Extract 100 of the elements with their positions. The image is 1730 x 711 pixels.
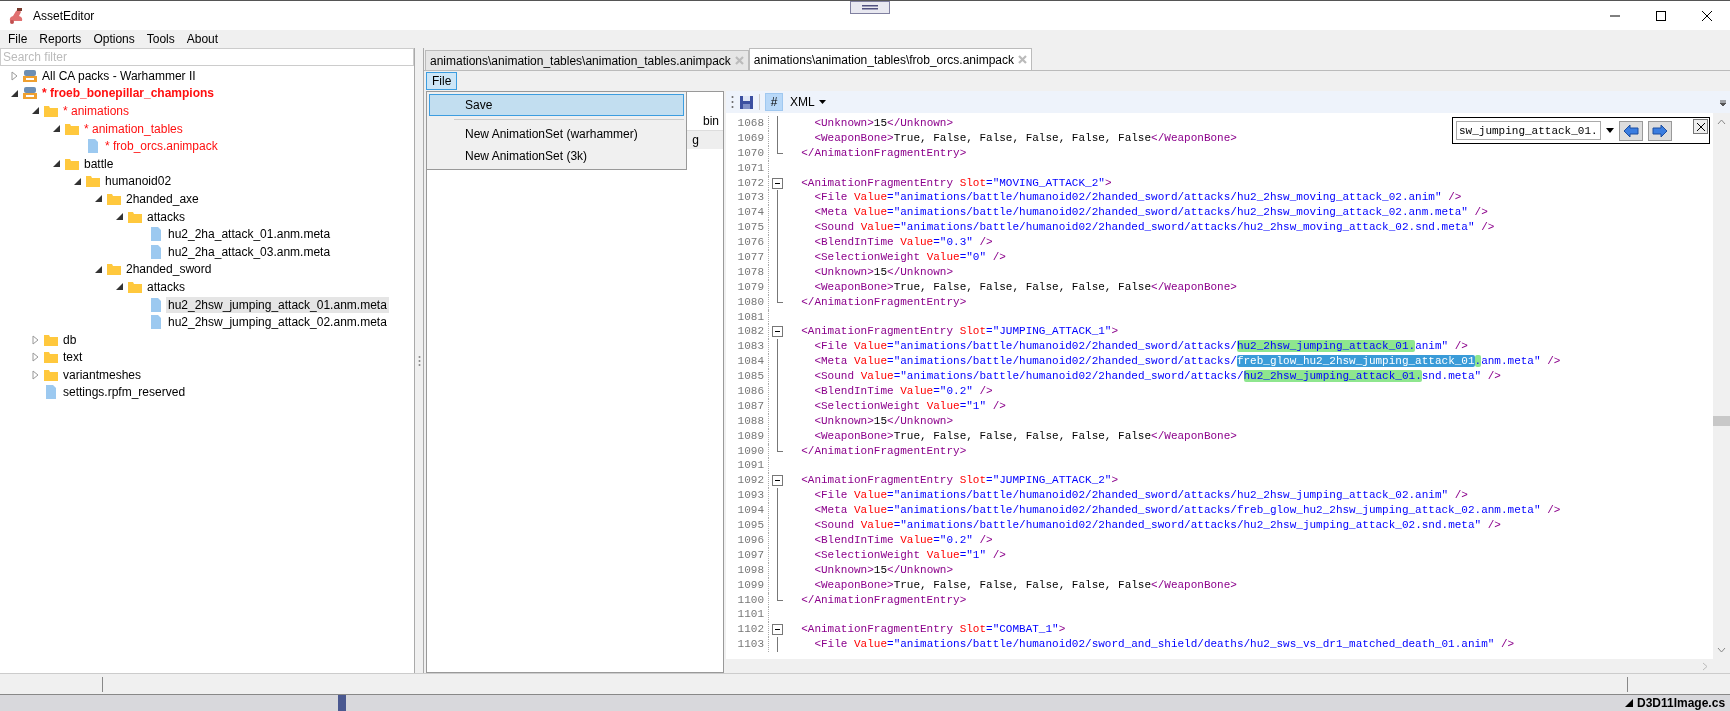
line-number: 1068 [726, 116, 769, 131]
line-number: 1081 [726, 309, 769, 325]
tree-item[interactable]: * frob_orcs.animpack [103, 138, 220, 155]
tree-item[interactable]: settings.rpfm_reserved [61, 384, 188, 401]
code-line: <SelectionWeight Value="0" /> [813, 250, 1006, 265]
line-number: 1084 [726, 354, 769, 370]
snap-bar-icon[interactable] [850, 1, 890, 14]
taskbar-item[interactable]: D3D11Image.cs [1637, 696, 1726, 710]
tree-item[interactable]: battle [82, 155, 116, 172]
maximize-icon[interactable] [1655, 9, 1667, 22]
overflow-icon[interactable] [1719, 99, 1727, 107]
tree-item[interactable]: * froeb_bonepillar_champions [40, 85, 217, 102]
code-line: <Sound Value="animations/battle/humanoid02/2handed_sword/attacks/hu2_2hsw_jumping_attack_02.snd.meta" /> [813, 518, 1501, 533]
folder-icon [64, 121, 80, 136]
horizontal-scrollbar[interactable] [726, 659, 1730, 673]
line-number: 1070 [726, 145, 769, 161]
tree-item[interactable]: hu2_2ha_attack_01.anm.meta [166, 226, 333, 243]
menu-item[interactable]: Tools [140, 32, 181, 46]
document-tab[interactable]: animations\animation_tables\animation_tables.animpack [425, 50, 749, 70]
find-field[interactable]: sw_jumping_attack_01. [1456, 121, 1601, 140]
expanded-arrow-icon[interactable] [93, 264, 103, 274]
tree-item[interactable]: attacks [145, 278, 187, 295]
collapse-icon[interactable] [771, 475, 783, 487]
tree-item[interactable]: humanoid02 [103, 173, 174, 190]
hash-toggle[interactable]: # [765, 93, 783, 111]
menu-item[interactable]: New AnimationSet (3k) [429, 145, 684, 167]
line-number: 1091 [726, 458, 769, 474]
scroll-thumb[interactable] [1713, 416, 1730, 426]
code-line: <AnimationFragmentEntry Slot="MOVING_ATTACK_2"> [800, 175, 1112, 191]
tree-item[interactable]: All CA packs - Warhammer II [40, 67, 198, 84]
code-line: <WeaponBone>True, False, False, False, False, False</WeaponBone> [813, 577, 1237, 593]
splitter-grip-icon[interactable] [417, 354, 421, 367]
tree-item[interactable]: hu2_2hsw_jumping_attack_01.anm.meta [166, 296, 389, 313]
folder-icon [43, 350, 59, 365]
tree-item[interactable]: variantmeshes [61, 366, 144, 383]
tree-item[interactable]: hu2_2ha_attack_03.anm.meta [166, 243, 333, 260]
folder-icon [106, 191, 122, 206]
collapsed-arrow-icon[interactable] [30, 369, 40, 380]
menu-item[interactable]: New AnimationSet (warhammer) [429, 123, 684, 145]
file-icon [148, 244, 164, 259]
expanded-arrow-icon[interactable] [93, 194, 103, 204]
expanded-arrow-icon[interactable] [114, 212, 124, 222]
expanded-arrow-icon[interactable] [9, 88, 19, 98]
line-number: 1082 [726, 324, 769, 340]
code-line: </AnimationFragmentEntry> [800, 443, 967, 459]
menu-item[interactable]: Save [429, 94, 684, 116]
collapsed-arrow-icon[interactable] [30, 334, 40, 345]
code-line: <File Value="animations/battle/humanoid02/2handed_sword/attacks/hu2_2hsw_jumping_attack_01.anim" /> [813, 339, 1468, 355]
line-number: 1100 [726, 592, 769, 608]
code-line: <AnimationFragmentEntry Slot="JUMPING_ATTACK_2"> [800, 473, 1119, 489]
expanded-arrow-icon[interactable] [114, 282, 124, 292]
code-line: <Meta Value="animations/battle/humanoid02/2handed_sword/attacks/freb_glow_hu2_2hsw_jumping_attack_02.anm.meta" /> [813, 503, 1561, 519]
collapsed-arrow-icon[interactable] [9, 70, 19, 81]
save-icon[interactable] [739, 94, 754, 110]
expanded-arrow-icon[interactable] [51, 124, 61, 134]
caret-icon[interactable] [1606, 128, 1614, 133]
line-number: 1086 [726, 384, 769, 399]
tree-item[interactable]: attacks [145, 208, 187, 225]
tree-item[interactable]: * animations [61, 103, 132, 119]
line-number: 1069 [726, 130, 769, 146]
collapsed-arrow-icon[interactable] [30, 352, 40, 363]
language-dropdown[interactable]: XML [788, 95, 828, 109]
file-icon [148, 297, 164, 312]
tree-item[interactable]: hu2_2hsw_jumping_attack_02.anm.meta [166, 314, 389, 331]
folder-icon [85, 174, 101, 189]
code-line: <Unknown>15</Unknown> [813, 413, 954, 429]
scroll-down-icon[interactable] [1717, 647, 1726, 653]
code-line: <SelectionWeight Value="1" /> [813, 398, 1006, 414]
tree-item[interactable]: * animation_tables [82, 120, 185, 137]
menu-item[interactable]: File [2, 32, 34, 46]
line-number: 1103 [726, 637, 769, 653]
caret-icon[interactable] [818, 100, 826, 104]
code-line: <SelectionWeight Value="1" /> [813, 547, 1006, 563]
document-tab[interactable]: animations\animation_tables\frob_orcs.animpack [748, 48, 1032, 70]
code-line: <AnimationFragmentEntry Slot="COMBAT_1"> [800, 622, 1066, 638]
code-line: <AnimationFragmentEntry Slot="JUMPING_ATTACK_1"> [800, 324, 1119, 340]
tree-item[interactable]: text [61, 349, 85, 366]
tree-item[interactable]: 2handed_axe [124, 190, 201, 207]
expanded-arrow-icon[interactable] [72, 176, 82, 186]
vertical-scrollbar[interactable] [1713, 113, 1730, 659]
toolbar-grip-icon[interactable] [731, 95, 734, 109]
menu-item[interactable]: Reports [33, 32, 88, 46]
line-number: 1073 [726, 190, 769, 206]
scroll-up-icon[interactable] [1717, 119, 1726, 125]
menu-item[interactable]: File [426, 72, 458, 90]
table-cell: g [692, 133, 699, 147]
collapse-icon[interactable] [771, 624, 783, 636]
line-number: 1075 [726, 220, 769, 236]
menu-item[interactable]: About [180, 32, 225, 46]
tree-item[interactable]: 2handed_sword [124, 261, 214, 278]
search-field[interactable]: Search filter [0, 48, 414, 66]
line-number: 1097 [726, 547, 769, 563]
menu-item[interactable]: Options [87, 32, 141, 46]
collapse-icon[interactable] [771, 326, 783, 338]
collapse-icon[interactable] [771, 177, 783, 189]
expanded-arrow-icon[interactable] [51, 159, 61, 169]
close-icon[interactable] [1701, 9, 1713, 22]
expanded-arrow-icon[interactable] [30, 106, 40, 116]
tree-item[interactable]: db [61, 331, 79, 348]
line-number: 1098 [726, 562, 769, 578]
